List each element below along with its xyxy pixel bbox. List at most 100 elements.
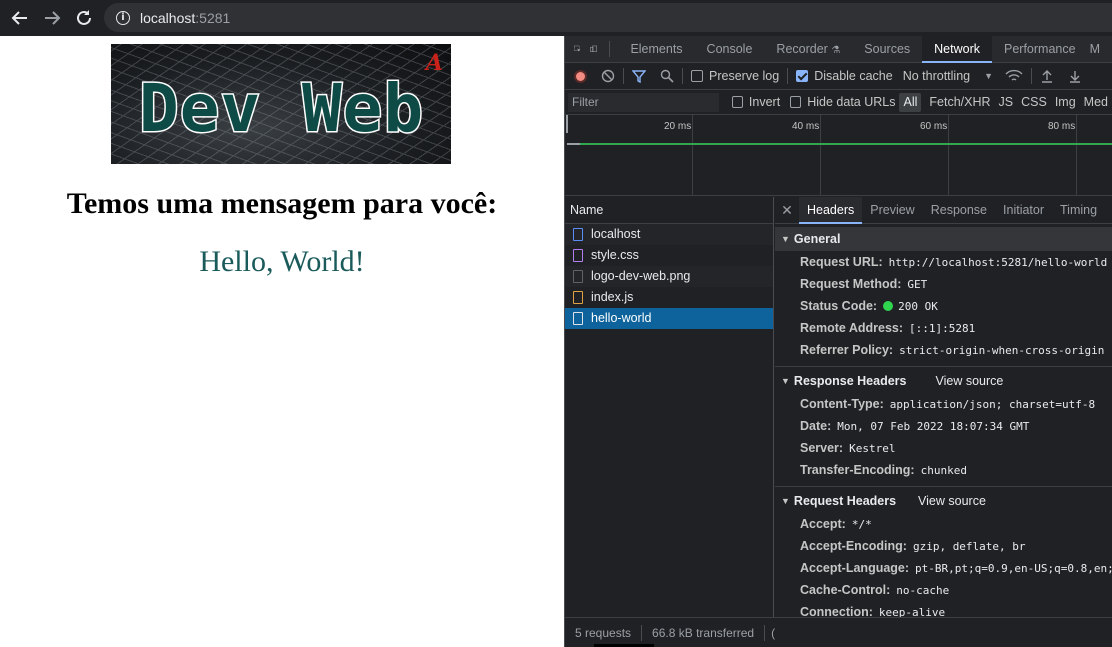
- details-tabbar: ✕ Headers Preview Response Initiator Tim…: [775, 197, 1112, 224]
- hide-data-urls-checkbox[interactable]: [790, 96, 802, 108]
- response-view-source-link[interactable]: View source: [935, 374, 1003, 388]
- address-bar[interactable]: i localhost:5281: [104, 3, 1112, 32]
- import-har-icon[interactable]: [1040, 69, 1054, 83]
- filter-type-media[interactable]: Med: [1080, 95, 1112, 109]
- request-row[interactable]: index.js: [565, 287, 773, 308]
- tab-recorder[interactable]: Recorder ⚗: [764, 36, 852, 63]
- name-column-header[interactable]: Name: [565, 197, 773, 224]
- timeline-tick: 80 ms: [1048, 121, 1076, 132]
- preserve-log-checkbox[interactable]: [691, 70, 703, 82]
- request-row[interactable]: logo-dev-web.png: [565, 266, 773, 287]
- expand-triangle-icon: ▼: [781, 496, 790, 506]
- request-headers-section-toggle[interactable]: ▼ Request Headers View source: [775, 489, 1112, 513]
- header-value: application/json; charset=utf-8: [889, 397, 1096, 411]
- header-value: GET: [907, 277, 928, 291]
- summary-more: (: [771, 625, 776, 640]
- inspect-element-icon[interactable]: [574, 41, 581, 57]
- search-icon[interactable]: [660, 69, 674, 83]
- request-row[interactable]: localhost: [565, 224, 773, 245]
- filter-type-all[interactable]: All: [899, 92, 922, 112]
- device-toolbar-icon[interactable]: [590, 41, 597, 57]
- header-row: Content-Type: application/json; charset=u…: [775, 393, 1112, 415]
- record-icon[interactable]: [574, 69, 587, 83]
- timeline-tick: 20 ms: [664, 121, 692, 132]
- request-details-pane: ✕ Headers Preview Response Initiator Tim…: [775, 197, 1112, 617]
- general-section-toggle[interactable]: ▼ General: [775, 227, 1112, 251]
- tab-preview[interactable]: Preview: [862, 197, 922, 224]
- reload-button[interactable]: [71, 5, 97, 31]
- expand-triangle-icon: ▼: [781, 376, 790, 386]
- header-value: Kestrel: [849, 441, 896, 455]
- tab-performance[interactable]: Performance: [992, 36, 1088, 63]
- header-value: strict-origin-when-cross-origin: [899, 343, 1105, 357]
- devtools-panel: Elements Console Recorder ⚗ Sources Netw…: [564, 36, 1112, 647]
- disable-cache-checkbox[interactable]: [796, 70, 809, 82]
- request-row[interactable]: hello-world: [565, 308, 773, 329]
- hide-data-urls-label: Hide data URLs: [807, 95, 896, 109]
- browser-toolbar: i localhost:5281: [0, 0, 1112, 36]
- header-name: Request Method:: [800, 277, 902, 291]
- request-row[interactable]: style.css: [565, 245, 773, 266]
- transferred-size: 66.8 kB transferred: [652, 625, 755, 640]
- header-name: Status Code:: [800, 299, 878, 313]
- filter-bar: Filter Invert Hide data URLs All Fetch/X…: [565, 90, 1112, 115]
- url-text: localhost:5281: [140, 9, 231, 26]
- page-heading: Temos uma mensagem para você:: [66, 187, 498, 220]
- chevron-down-icon: ▼: [984, 71, 994, 81]
- header-row: Remote Address: [::1]:5281: [775, 317, 1112, 339]
- filter-input[interactable]: Filter: [568, 92, 719, 112]
- devtools-tabbar: Elements Console Recorder ⚗ Sources Netw…: [565, 36, 1112, 63]
- network-conditions-icon[interactable]: [1005, 69, 1023, 83]
- request-name: style.css: [591, 248, 639, 262]
- close-icon[interactable]: ✕: [775, 202, 799, 219]
- filter-icon[interactable]: [632, 69, 646, 83]
- header-value: pt-BR,pt;q=0.9,en-US;q=0.8,en;q: [915, 561, 1112, 575]
- clear-icon[interactable]: [601, 69, 615, 83]
- arrow-right-icon: [45, 11, 61, 25]
- request-name: localhost: [591, 227, 641, 241]
- header-name: Connection:: [800, 605, 873, 617]
- header-value: Mon, 07 Feb 2022 18:07:34 GMT: [837, 419, 1030, 433]
- response-headers-section-toggle[interactable]: ▼ Response Headers View source: [775, 369, 1112, 393]
- tab-initiator[interactable]: Initiator: [995, 197, 1052, 224]
- header-name: Remote Address:: [800, 321, 904, 335]
- header-row: Request Method: GET: [775, 273, 1112, 295]
- timeline-tick: 60 ms: [920, 121, 948, 132]
- xhr-icon: [573, 312, 583, 325]
- info-icon[interactable]: i: [116, 10, 130, 25]
- tab-headers[interactable]: Headers: [799, 197, 863, 224]
- header-name: Accept-Language:: [800, 561, 910, 575]
- export-har-icon[interactable]: [1068, 69, 1082, 83]
- page-viewport: Dev Web A Temos uma mensagem para você: …: [0, 36, 564, 647]
- request-view-source-link[interactable]: View source: [918, 494, 986, 508]
- request-count: 5 requests: [575, 625, 632, 640]
- script-icon: [573, 291, 583, 304]
- forward-button[interactable]: [39, 5, 65, 31]
- header-name: Request URL:: [800, 255, 883, 269]
- logo-text: Dev Web: [137, 69, 425, 149]
- tab-more[interactable]: M: [1088, 36, 1112, 63]
- header-row: Server: Kestrel: [775, 437, 1112, 459]
- reload-icon: [77, 10, 91, 25]
- tab-response[interactable]: Response: [923, 197, 995, 224]
- invert-checkbox[interactable]: [731, 96, 743, 108]
- filter-type-fetch-xhr[interactable]: Fetch/XHR: [925, 95, 994, 109]
- tab-elements[interactable]: Elements: [618, 36, 694, 63]
- timeline-start-marker: [566, 115, 568, 133]
- arrow-left-icon: [11, 11, 27, 25]
- header-name: Content-Type:: [800, 397, 884, 411]
- header-name: Date:: [800, 419, 832, 433]
- document-icon: [573, 228, 583, 241]
- flask-icon: ⚗: [831, 44, 841, 56]
- tab-timing[interactable]: Timing: [1052, 197, 1105, 224]
- tab-network[interactable]: Network: [922, 36, 992, 63]
- filter-type-js[interactable]: JS: [995, 95, 1018, 109]
- filter-type-css[interactable]: CSS: [1017, 95, 1051, 109]
- header-row: Date: Mon, 07 Feb 2022 18:07:34 GMT: [775, 415, 1112, 437]
- tab-sources[interactable]: Sources: [852, 36, 922, 63]
- network-overview-timeline[interactable]: 20 ms 40 ms 60 ms 80 ms: [565, 115, 1112, 196]
- filter-type-img[interactable]: Img: [1051, 95, 1080, 109]
- back-button[interactable]: [7, 5, 33, 31]
- tab-console[interactable]: Console: [695, 36, 765, 63]
- throttling-select[interactable]: No throttling: [903, 69, 970, 83]
